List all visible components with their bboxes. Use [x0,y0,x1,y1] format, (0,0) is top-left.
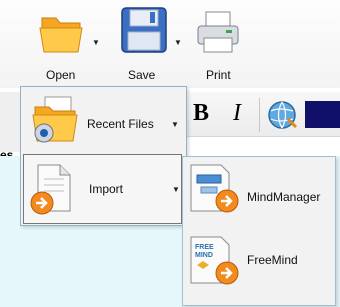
menu-item-recent-files[interactable]: Recent Files ▼ [21,87,186,153]
open-dropdown-arrow[interactable]: ▼ [92,38,100,47]
floppy-disk-icon [120,6,168,54]
print-label: Print [206,68,231,82]
bold-button[interactable]: B [193,100,209,127]
printer-icon [196,10,240,56]
globe-icon[interactable] [266,99,298,131]
save-dropdown-arrow[interactable]: ▼ [174,38,182,47]
freemind-label: FreeMind [247,253,298,267]
recent-files-folder-icon [31,95,81,145]
open-button[interactable]: Open [36,6,86,84]
open-folder-icon [38,10,84,56]
freemind-icon: FREE MIND [187,235,241,287]
print-button[interactable]: Print [194,6,244,84]
left-panel-edge [0,92,20,152]
svg-text:FREE: FREE [195,244,214,251]
toolbar-separator [259,98,260,132]
italic-button[interactable]: I [233,100,241,127]
menu-item-import[interactable]: Import ▼ [23,154,182,224]
save-label: Save [128,68,156,82]
svg-text:MIND: MIND [195,252,213,259]
recent-files-submenu-arrow: ▼ [171,120,179,129]
mindmanager-icon [187,163,241,215]
import-label: Import [89,182,124,196]
open-label: Open [46,68,76,82]
save-button[interactable]: Save [118,4,170,84]
recent-files-label: Recent Files [87,117,154,131]
import-submenu: MindManager FREE MIND FreeMind [182,156,336,306]
submenu-item-mindmanager[interactable]: MindManager [183,159,335,231]
font-color-swatch[interactable] [305,101,340,128]
import-document-icon [28,163,76,217]
mindmanager-label: MindManager [247,190,321,204]
submenu-item-freemind[interactable]: FREE MIND FreeMind [183,231,335,303]
open-dropdown-menu: Recent Files ▼ Import ▼ [20,86,187,226]
ribbon-toolbar: Open ▼ Save ▼ Print [0,0,340,88]
import-submenu-arrow: ▼ [172,185,180,194]
